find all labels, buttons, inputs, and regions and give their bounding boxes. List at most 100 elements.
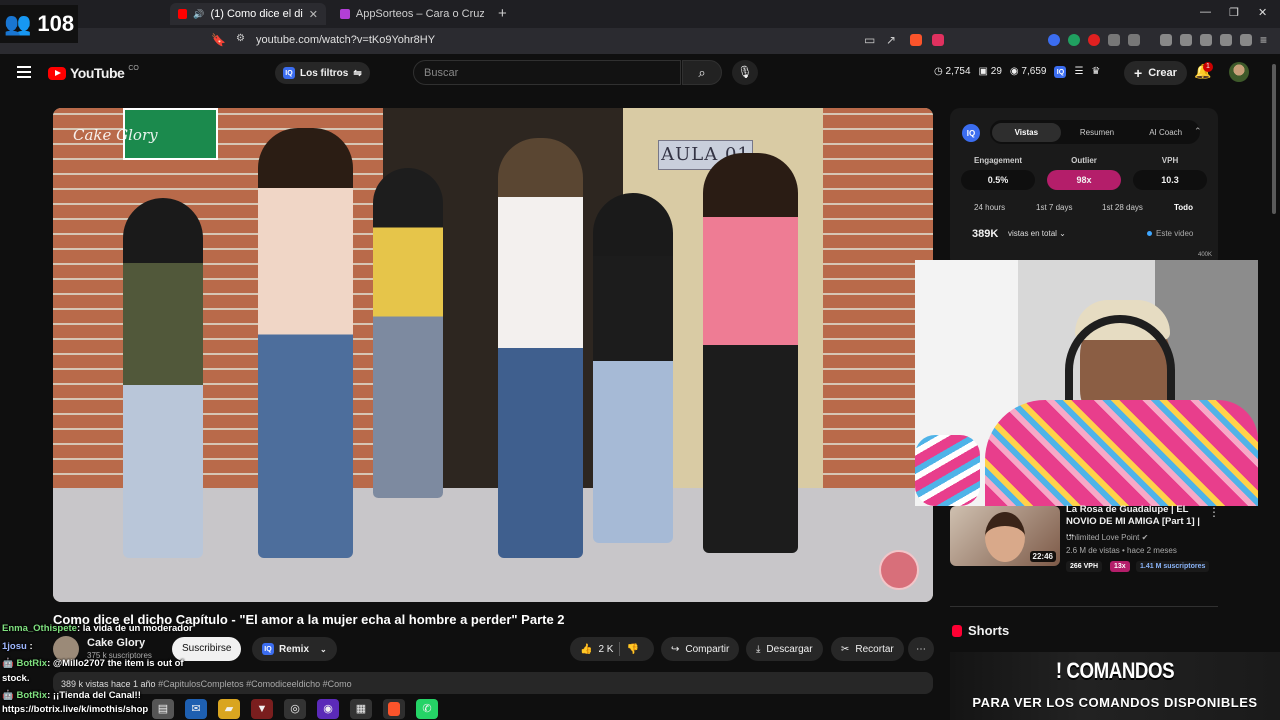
tab-resumen[interactable]: Resumen	[1063, 128, 1132, 137]
taskbar-app-icon[interactable]: ◉	[317, 698, 339, 719]
range-7d[interactable]: 1st 7 days	[1036, 203, 1072, 212]
recommended-meta: 2.6 M de vistas • hace 2 meses	[1066, 546, 1177, 555]
obs-icon[interactable]: ◎	[284, 698, 306, 719]
video-player[interactable]: AULA 01 Cake Glory	[53, 108, 933, 602]
channel-name[interactable]: Cake Glory	[87, 637, 145, 649]
close-tab-icon[interactable]: ✕	[309, 8, 318, 21]
page-scrollbar[interactable]	[1271, 54, 1277, 214]
shorts-icon	[952, 624, 962, 637]
site-settings-icon[interactable]: ⚙	[236, 33, 245, 44]
wallet-icon[interactable]	[1200, 34, 1212, 46]
youtube-logo[interactable]: YouTube CO	[48, 65, 139, 81]
search-input[interactable]: Buscar	[413, 60, 681, 85]
recommended-thumbnail[interactable]: 22:46	[950, 506, 1060, 566]
range-24h[interactable]: 24 hours	[974, 203, 1005, 212]
create-button[interactable]: + Crear	[1124, 61, 1187, 85]
clip-button[interactable]: ✂ Recortar	[831, 637, 904, 661]
avatar[interactable]	[1229, 62, 1249, 82]
taskbar-app-icon[interactable]: ▤	[152, 698, 174, 719]
metric-label: VPH	[1161, 156, 1179, 165]
metric-engagement: 0.5%	[961, 170, 1035, 190]
collapse-icon[interactable]: ⌃	[1194, 126, 1202, 137]
like-count[interactable]: 2 K	[598, 644, 613, 655]
vph-badge: 266 VPH	[1066, 561, 1103, 572]
brave-shield-icon[interactable]	[910, 34, 922, 46]
outlook-icon[interactable]: ✉	[185, 698, 207, 719]
url-field[interactable]: youtube.com/watch?v=tKo9Yohr8HY	[256, 34, 435, 46]
extension-icon[interactable]	[1128, 34, 1140, 46]
plus-icon: +	[1134, 65, 1143, 81]
sidebar-icon[interactable]	[1180, 34, 1192, 46]
tab-youtube[interactable]: 🔊 (1) Como dice el dicho Capítu ✕	[170, 3, 326, 25]
channel-watermark-logo[interactable]	[879, 550, 919, 590]
filters-button[interactable]: IQ Los filtros ⇋	[275, 62, 370, 84]
iq-icon[interactable]: IQ	[1054, 66, 1067, 78]
share-page-icon[interactable]: ↗	[886, 33, 896, 47]
extension-icon[interactable]	[1088, 34, 1100, 46]
bookmark-icon[interactable]: 🔖	[211, 33, 226, 47]
voice-search-button[interactable]: 🎙	[732, 60, 758, 85]
taskbar-app-icon[interactable]: ▦	[350, 698, 372, 719]
description-tags: #CapitulosCompletos #Comodiceeldicho #Co…	[158, 679, 352, 689]
vpn-icon[interactable]	[1240, 34, 1252, 46]
new-tab-icon[interactable]: +	[498, 5, 507, 22]
whatsapp-icon[interactable]: ✆	[416, 698, 438, 719]
leo-icon[interactable]	[1220, 34, 1232, 46]
scene-person	[703, 153, 798, 553]
like-dislike-group: 👍 2 K 👎	[570, 637, 654, 661]
more-actions-button[interactable]: ⋯	[908, 637, 934, 661]
video-watermark: Cake Glory	[73, 126, 158, 144]
sliders-icon: ⇋	[353, 67, 362, 79]
list-icon[interactable]: ☰	[1074, 66, 1083, 78]
scene-person	[593, 193, 673, 543]
video-duration: 22:46	[1029, 551, 1056, 562]
brave-rewards-icon[interactable]	[932, 34, 944, 46]
tab-ai-coach[interactable]: AI Coach	[1131, 128, 1200, 137]
thumbs-up-icon[interactable]: 👍	[580, 644, 592, 655]
scrollbar-thumb[interactable]	[1272, 64, 1276, 214]
appsorteos-favicon-icon	[340, 9, 350, 19]
file-explorer-icon[interactable]: ▰	[218, 698, 240, 719]
puzzle-icon[interactable]	[1108, 34, 1120, 46]
hamburger-menu-icon[interactable]	[17, 66, 31, 78]
search-button[interactable]: ⌕	[682, 60, 722, 85]
extension-icon[interactable]	[1068, 34, 1080, 46]
music-icon[interactable]	[1160, 34, 1172, 46]
thumbs-down-icon[interactable]: 👎	[626, 644, 638, 655]
commands-title: ! COMANDOS	[1055, 658, 1175, 683]
cast-icon[interactable]: ▭	[864, 33, 875, 47]
menu-icon[interactable]: ≡	[1260, 33, 1267, 47]
brave-browser-icon[interactable]	[383, 698, 405, 719]
recommended-channel[interactable]: Unlimited Love Point ✔	[1066, 533, 1148, 542]
tab-vistas[interactable]: Vistas	[992, 122, 1061, 142]
iq-icon: IQ	[262, 643, 274, 655]
shorts-label: Shorts	[968, 623, 1010, 638]
tab-appsorteos[interactable]: AppSorteos – Cara o Cruz - Tirar una	[332, 3, 492, 25]
chat-message: 1josu :	[2, 641, 33, 652]
total-views: 389K	[972, 228, 999, 240]
bot-icon: 🤖	[2, 690, 14, 701]
description-box[interactable]: 389 k vistas hace 1 año #CapitulosComple…	[53, 672, 933, 694]
taskbar-app-icon[interactable]: ▼	[251, 698, 273, 719]
download-icon: ⤓	[756, 643, 761, 655]
trophy-icon[interactable]: ♛	[1091, 66, 1100, 78]
stat-clock: ◷ 2,754	[934, 66, 971, 77]
minimize-icon[interactable]: —	[1200, 6, 1211, 18]
legend-this-video: Este video	[1147, 229, 1193, 238]
range-all[interactable]: Todo	[1174, 203, 1193, 212]
commands-subtitle: PARA VER LOS COMANDOS DISPONIBLES	[972, 695, 1258, 710]
close-window-icon[interactable]: ✕	[1258, 6, 1267, 19]
views-selector[interactable]: vistas en total ⌄	[1008, 229, 1066, 238]
stat-video: ▣ 29	[978, 66, 1002, 77]
chevron-down-icon: ⌄	[1059, 229, 1066, 238]
download-button[interactable]: ⤓ Descargar	[746, 637, 823, 661]
people-icon: 👥	[4, 11, 32, 36]
restore-icon[interactable]: ❐	[1229, 6, 1239, 19]
youtube-header: YouTube CO IQ Los filtros ⇋ Buscar ⌕ 🎙 ◷…	[0, 54, 1270, 94]
range-28d[interactable]: 1st 28 days	[1102, 203, 1143, 212]
remix-button[interactable]: IQ Remix ⌄	[252, 637, 337, 661]
analytics-panel: IQ Vistas Resumen AI Coach ⌃ Engagement …	[950, 108, 1218, 268]
more-vertical-icon[interactable]: ⋮	[1208, 505, 1220, 519]
extension-icon[interactable]	[1048, 34, 1060, 46]
share-button[interactable]: ↪ Compartir	[661, 637, 740, 661]
